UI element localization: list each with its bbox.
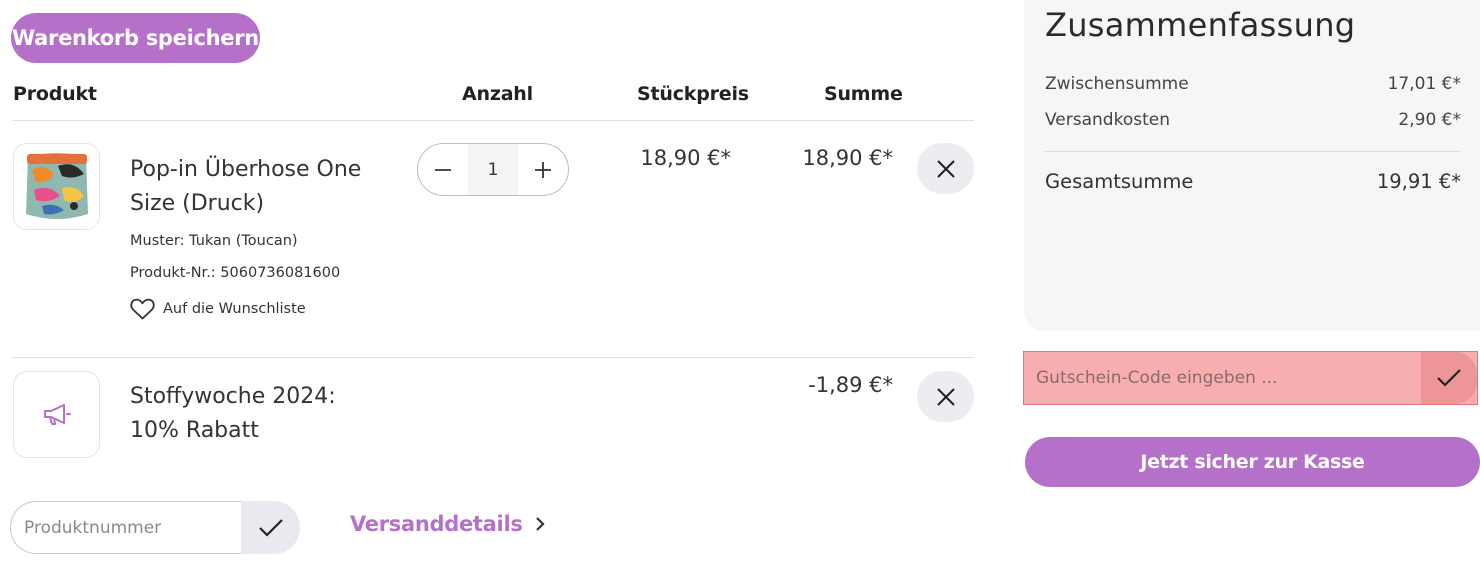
header-quantity: Anzahl [462, 83, 533, 105]
shipping-cost-label: Versandkosten [1045, 110, 1170, 130]
summary-divider [1045, 151, 1461, 152]
header-total: Summe [824, 83, 903, 105]
coupon-submit-button[interactable] [1421, 352, 1477, 404]
product-sku: Produkt-Nr.: 5060736081600 [130, 265, 341, 281]
close-icon [936, 387, 955, 406]
plus-icon [535, 161, 551, 178]
grand-total-row: Gesamtsumme 19,91 €* [1045, 170, 1461, 193]
megaphone-icon [43, 403, 71, 425]
minus-icon [435, 168, 451, 171]
header-unit-price: Stückpreis [637, 83, 749, 105]
remove-item-button[interactable] [917, 143, 974, 194]
product-number-form [10, 501, 300, 554]
wishlist-label: Auf die Wunschliste [163, 301, 306, 317]
close-icon [936, 159, 955, 178]
product-number-submit-button[interactable] [241, 501, 300, 554]
product-pattern: Muster: Tukan (Toucan) [130, 233, 298, 249]
shipping-cost-value: 2,90 €* [1398, 110, 1461, 130]
subtotal-label: Zwischensumme [1045, 74, 1189, 94]
coupon-code-input[interactable] [1024, 352, 1421, 404]
promotion-name: Stoffywoche 2024: 10% Rabatt [130, 384, 336, 443]
save-cart-button[interactable]: Warenkorb speichern [11, 13, 260, 63]
checkout-button[interactable]: Jetzt sicher zur Kasse [1025, 437, 1480, 487]
item-divider [12, 357, 974, 358]
promotion-total: -1,89 €* [808, 373, 893, 397]
shipping-details-label: Versanddetails [350, 512, 523, 536]
add-to-wishlist-link[interactable]: Auf die Wunschliste [130, 298, 306, 320]
remove-promotion-button[interactable] [917, 371, 974, 422]
grand-total-label: Gesamtsumme [1045, 170, 1194, 193]
subtotal-value: 17,01 €* [1387, 74, 1461, 94]
product-name[interactable]: Pop-in Überhose One Size (Druck) [130, 153, 390, 221]
promotion-image [13, 371, 100, 458]
unit-price: 18,90 €* [640, 146, 731, 170]
summary-title: Zusammenfassung [1045, 6, 1356, 44]
header-divider [12, 120, 974, 121]
shipping-cost-row: Versandkosten 2,90 €* [1045, 110, 1461, 130]
coupon-form [1023, 351, 1478, 405]
subtotal-row: Zwischensumme 17,01 €* [1045, 74, 1461, 94]
decrease-quantity-button[interactable] [418, 144, 468, 195]
quantity-value[interactable]: 1 [468, 144, 518, 195]
product-image[interactable] [13, 143, 100, 230]
shipping-details-link[interactable]: Versanddetails [350, 512, 545, 536]
product-number-input[interactable] [10, 501, 241, 554]
checkmark-icon [258, 518, 283, 537]
heart-icon [130, 298, 155, 320]
quantity-stepper[interactable]: 1 [417, 143, 569, 196]
grand-total-value: 19,91 €* [1376, 170, 1461, 193]
chevron-right-icon [535, 517, 545, 531]
line-total: 18,90 €* [802, 146, 893, 170]
order-summary-panel [1024, 0, 1480, 331]
toucan-pattern-diaper-image [14, 144, 99, 229]
increase-quantity-button[interactable] [518, 144, 568, 195]
checkmark-icon [1437, 369, 1461, 387]
header-product: Produkt [13, 83, 97, 105]
